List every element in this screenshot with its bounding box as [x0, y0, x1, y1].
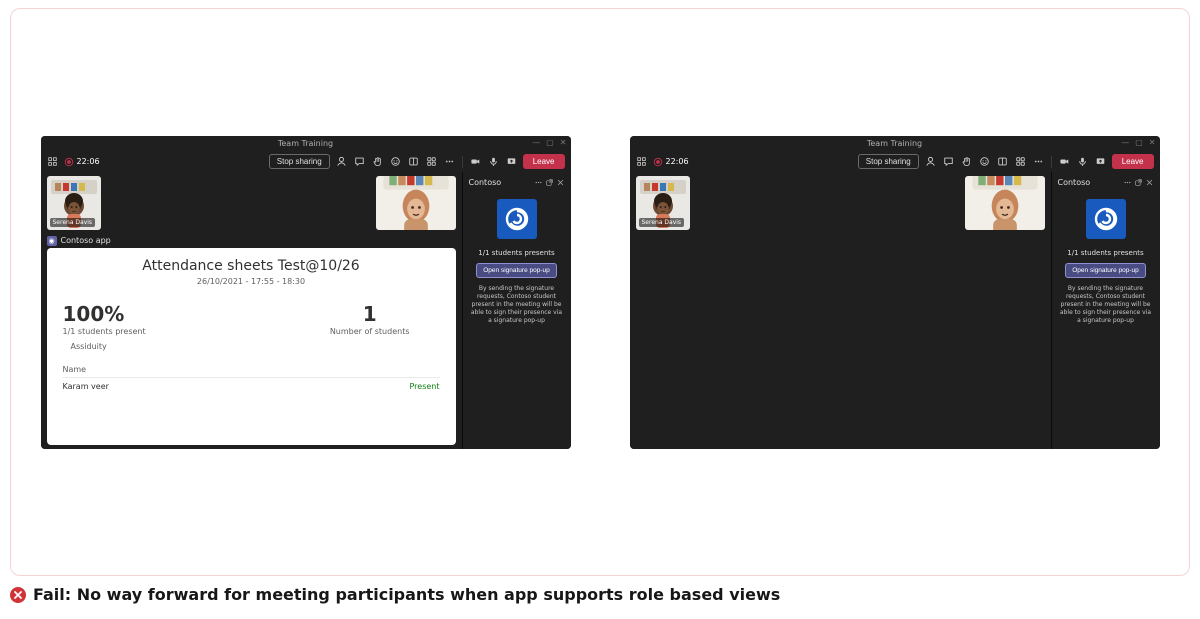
row-name: Karam veer: [63, 382, 109, 391]
participants-icon[interactable]: [925, 156, 936, 167]
stop-sharing-button[interactable]: Stop sharing: [269, 154, 330, 169]
apps-icon[interactable]: [1015, 156, 1026, 167]
toolbar-icons: [925, 156, 1106, 168]
open-signature-button[interactable]: Open signature pop-up: [476, 263, 557, 278]
stat-number: 1: [363, 302, 377, 326]
window-controls[interactable]: —▢✕: [532, 138, 566, 147]
caption-footer: Fail: No way forward for meeting partici…: [10, 585, 780, 604]
recording-timer: 22:06: [64, 157, 100, 167]
raise-hand-icon[interactable]: [372, 156, 383, 167]
recording-timer: 22:06: [653, 157, 689, 167]
record-icon: [653, 157, 663, 167]
camera-icon[interactable]: [1059, 156, 1070, 167]
layout-grid-icon[interactable]: [636, 156, 647, 167]
video-nametag: Serena Davis: [639, 218, 685, 227]
meeting-stage: Serena Davis: [630, 172, 1051, 449]
stat-percentage: 100%: [63, 302, 146, 326]
sheet-subtitle: 26/10/2021 - 17:55 - 18:30: [63, 277, 440, 286]
toolbar-icons: [336, 156, 517, 168]
window-titlebar: Team Training —▢✕: [630, 136, 1160, 152]
leave-button[interactable]: Leave: [1112, 154, 1154, 169]
fail-icon: [10, 587, 26, 603]
apps-icon[interactable]: [426, 156, 437, 167]
panel-close-icon[interactable]: [556, 178, 565, 187]
reactions-icon[interactable]: [979, 156, 990, 167]
breakout-rooms-icon[interactable]: [997, 156, 1008, 167]
more-actions-icon[interactable]: [444, 156, 455, 167]
app-side-panel: Contoso 1/1 students presents Open signa…: [462, 172, 571, 449]
table-row: Karam veer Present: [63, 378, 440, 391]
panel-popout-icon[interactable]: [545, 178, 554, 187]
window-controls[interactable]: —▢✕: [1121, 138, 1155, 147]
app-logo-icon: ◉: [47, 236, 57, 246]
meeting-toolbar: 22:06 Stop sharing Leave: [41, 152, 571, 172]
window-title: Team Training: [278, 139, 333, 148]
row-status: Present: [409, 382, 439, 391]
more-actions-icon[interactable]: [1033, 156, 1044, 167]
meeting-stage: Serena Davis ◉ Contoso app Attendance sh…: [41, 172, 462, 449]
share-icon[interactable]: [1095, 156, 1106, 167]
record-icon: [64, 157, 74, 167]
panel-title: Contoso: [1058, 178, 1091, 187]
mic-icon[interactable]: [1077, 156, 1088, 167]
open-signature-button[interactable]: Open signature pop-up: [1065, 263, 1146, 278]
stat-students: 1 Number of students: [330, 302, 410, 351]
reactions-icon[interactable]: [390, 156, 401, 167]
video-nametag: Serena Davis: [50, 218, 96, 227]
breakout-rooms-icon[interactable]: [408, 156, 419, 167]
video-tile-self[interactable]: Serena Davis: [636, 176, 690, 230]
share-icon[interactable]: [506, 156, 517, 167]
panel-disclaimer: By sending the signature requests, Conto…: [1058, 285, 1154, 325]
stage-app-name: Contoso app: [61, 236, 111, 245]
panel-status: 1/1 students presents: [1058, 249, 1154, 257]
teams-window-organizer: Team Training —▢✕ 22:06 Stop sharing Le: [41, 136, 571, 449]
teams-window-participant: Team Training —▢✕ 22:06 Stop sharing Le: [630, 136, 1160, 449]
window-titlebar: Team Training —▢✕: [41, 136, 571, 152]
layout-grid-icon[interactable]: [47, 156, 58, 167]
panel-disclaimer: By sending the signature requests, Conto…: [469, 285, 565, 325]
video-tile-remote[interactable]: [376, 176, 456, 230]
sheet-title: Attendance sheets Test@10/26: [63, 258, 440, 274]
panel-status: 1/1 students presents: [469, 249, 565, 257]
app-logo-icon: [497, 199, 537, 239]
app-logo-icon: [1086, 199, 1126, 239]
camera-icon[interactable]: [470, 156, 481, 167]
window-title: Team Training: [867, 139, 922, 148]
app-side-panel: Contoso 1/1 students presents Open signa…: [1051, 172, 1160, 449]
stop-sharing-button[interactable]: Stop sharing: [858, 154, 919, 169]
video-tile-remote[interactable]: [965, 176, 1045, 230]
panel-more-icon[interactable]: [1123, 178, 1132, 187]
example-frame: Team Training —▢✕ 22:06 Stop sharing Le: [10, 8, 1190, 576]
stat-assiduity: 100% 1/1 students present Assiduity: [63, 302, 146, 351]
panel-title: Contoso: [469, 178, 502, 187]
chat-icon[interactable]: [943, 156, 954, 167]
leave-button[interactable]: Leave: [523, 154, 565, 169]
stage-app-tab[interactable]: ◉ Contoso app: [47, 236, 456, 246]
meeting-toolbar: 22:06 Stop sharing Leave: [630, 152, 1160, 172]
empty-meeting-stage: [636, 234, 1045, 445]
video-tile-self[interactable]: Serena Davis: [47, 176, 101, 230]
raise-hand-icon[interactable]: [961, 156, 972, 167]
panel-close-icon[interactable]: [1145, 178, 1154, 187]
participants-icon[interactable]: [336, 156, 347, 167]
chat-icon[interactable]: [354, 156, 365, 167]
panel-popout-icon[interactable]: [1134, 178, 1143, 187]
attendance-sheet: Attendance sheets Test@10/26 26/10/2021 …: [47, 248, 456, 445]
mic-icon[interactable]: [488, 156, 499, 167]
caption-text: Fail: No way forward for meeting partici…: [33, 585, 780, 604]
table-header: Name: [63, 365, 440, 378]
panel-more-icon[interactable]: [534, 178, 543, 187]
